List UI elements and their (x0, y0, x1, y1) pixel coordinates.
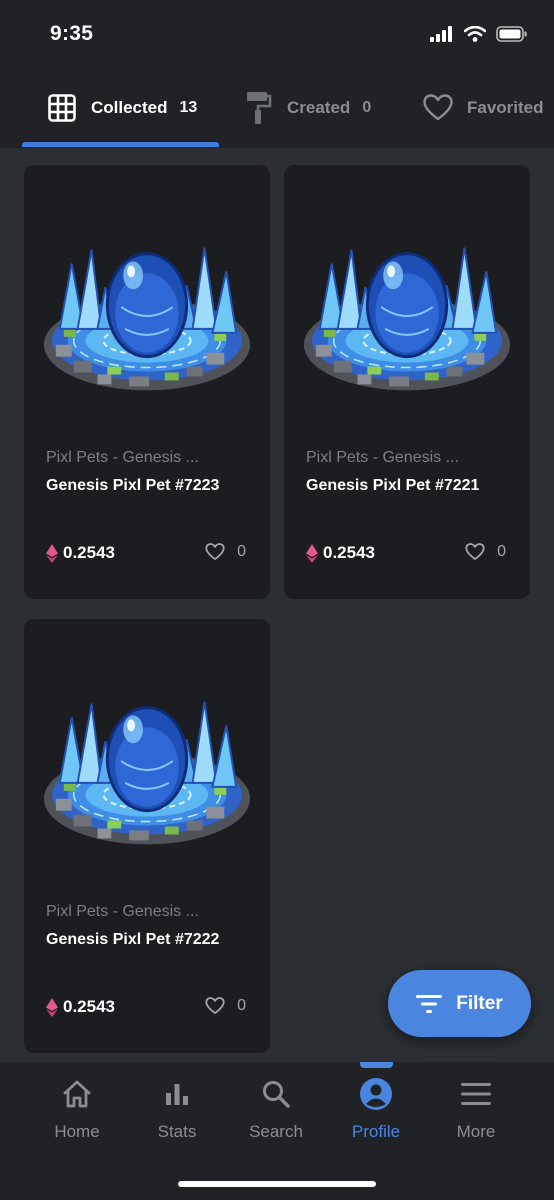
home-icon (63, 1080, 91, 1108)
nav-more-label: More (456, 1122, 496, 1141)
menu-icon (461, 1083, 491, 1105)
card-likes-count: 0 (497, 543, 506, 560)
nft-card[interactable]: Pixl Pets - Genesis ... Genesis Pixl Pet… (24, 619, 270, 1053)
card-likes[interactable]: 0 (465, 543, 506, 561)
card-price-value: 0.2543 (63, 543, 115, 562)
nav-home-label: Home (54, 1122, 100, 1141)
profile-icon (360, 1078, 392, 1110)
nav-stats-label: Stats (157, 1122, 197, 1141)
grid-icon (48, 94, 76, 122)
ethereum-icon (306, 543, 318, 563)
tab-collected-label: Collected (91, 98, 168, 117)
tab-favorited[interactable]: Favorited (423, 88, 544, 128)
card-title: Genesis Pixl Pet #7222 (46, 931, 220, 948)
heart-outline-icon (465, 543, 485, 560)
card-likes-count: 0 (237, 997, 246, 1014)
nft-image (298, 233, 516, 403)
status-bar: 9:35 (0, 0, 554, 70)
nft-image (38, 233, 256, 403)
card-title: Genesis Pixl Pet #7223 (46, 477, 220, 494)
card-price: 0.2543 (46, 543, 115, 563)
nav-more[interactable]: More (421, 1074, 531, 1154)
card-price: 0.2543 (306, 543, 375, 563)
card-likes[interactable]: 0 (205, 543, 246, 561)
signal-icon (430, 26, 452, 42)
wifi-icon (464, 26, 486, 42)
card-price: 0.2543 (46, 997, 115, 1017)
active-nav-indicator (360, 1062, 393, 1068)
active-tab-indicator (22, 142, 219, 147)
battery-icon (496, 26, 527, 42)
tab-favorited-label: Favorited (467, 98, 544, 117)
card-collection-name: Pixl Pets - Genesis ... (46, 449, 199, 466)
tab-collected[interactable]: Collected 13 (48, 88, 197, 128)
tab-collected-count: 13 (179, 99, 198, 116)
nav-profile-label: Profile (351, 1122, 401, 1141)
ethereum-icon (46, 997, 58, 1017)
card-collection-name: Pixl Pets - Genesis ... (46, 903, 199, 920)
paint-roller-icon (247, 92, 272, 124)
tab-created[interactable]: Created 0 (246, 88, 371, 128)
nav-home[interactable]: Home (22, 1074, 132, 1154)
nav-search[interactable]: Search (221, 1074, 331, 1154)
status-time: 9:35 (50, 22, 94, 45)
filter-icon (416, 994, 443, 1013)
card-collection-name: Pixl Pets - Genesis ... (306, 449, 459, 466)
card-title: Genesis Pixl Pet #7221 (306, 477, 480, 494)
bottom-nav: Home Stats Search Profile More (0, 1062, 554, 1200)
card-likes-count: 0 (237, 543, 246, 560)
filter-label: Filter (456, 992, 503, 1014)
nav-search-label: Search (249, 1122, 303, 1141)
tab-created-label: Created (287, 98, 351, 117)
collection-grid: Pixl Pets - Genesis ... Genesis Pixl Pet… (0, 148, 554, 1062)
heart-outline-icon (205, 543, 225, 560)
heart-outline-icon (205, 997, 225, 1014)
status-icons (430, 26, 528, 42)
profile-tabs: Collected 13 Created 0 Favorited (0, 70, 554, 148)
card-likes[interactable]: 0 (205, 997, 246, 1015)
nft-image (38, 687, 256, 857)
nft-card[interactable]: Pixl Pets - Genesis ... Genesis Pixl Pet… (284, 165, 530, 599)
search-icon (263, 1081, 290, 1108)
heart-outline-icon (423, 94, 453, 121)
bar-chart-icon (166, 1084, 188, 1105)
nav-profile[interactable]: Profile (321, 1074, 431, 1154)
home-indicator (178, 1181, 376, 1187)
tab-created-count: 0 (362, 99, 372, 116)
card-price-value: 0.2543 (323, 543, 375, 562)
nav-stats[interactable]: Stats (122, 1074, 232, 1154)
nft-card[interactable]: Pixl Pets - Genesis ... Genesis Pixl Pet… (24, 165, 270, 599)
filter-button[interactable]: Filter (388, 970, 531, 1037)
ethereum-icon (46, 543, 58, 563)
card-price-value: 0.2543 (63, 997, 115, 1016)
